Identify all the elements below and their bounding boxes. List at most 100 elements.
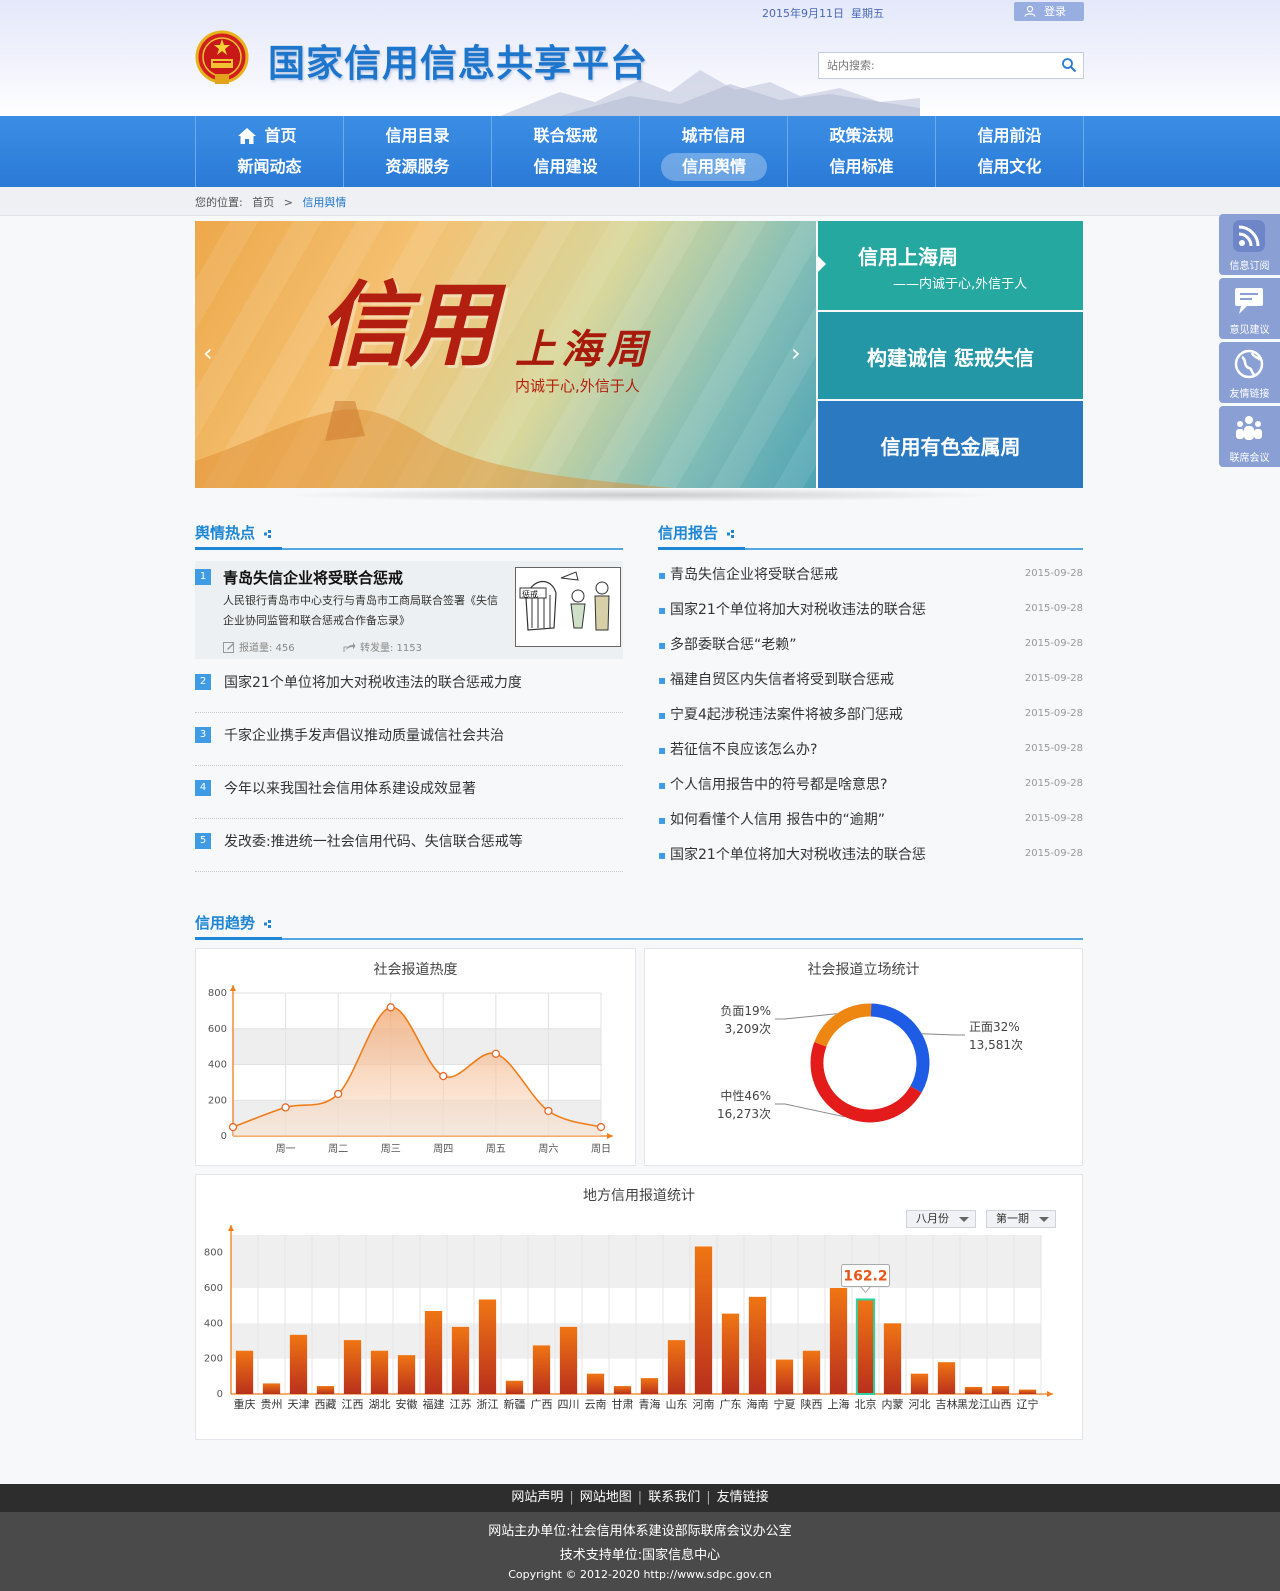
header: 2015年9月11日 星期五 登录 国家信用信息共享平台 [0, 0, 1280, 116]
x-tick-label: 山东 [666, 1398, 688, 1411]
report-item-title[interactable]: 宁夏4起涉税违法案件将被多部门惩戒 [670, 704, 903, 724]
report-list-item[interactable]: ▪ 若征信不良应该怎么办? 2015-09-28 [658, 735, 1083, 770]
report-list-item[interactable]: ▪ 福建自贸区内失信者将受到联合惩戒 2015-09-28 [658, 665, 1083, 700]
report-item-title[interactable]: 青岛失信企业将受联合惩戒 [670, 564, 838, 584]
report-item-title[interactable]: 个人信用报告中的符号都是啥意思? [670, 774, 887, 794]
bar [883, 1323, 902, 1394]
x-tick-label: 宁夏 [774, 1397, 796, 1411]
x-tick-label: 浙江 [477, 1398, 499, 1411]
banner-next-icon[interactable]: › [791, 339, 801, 367]
hot-item-title[interactable]: 千家企业携手发声倡议推动质量诚信社会共治 [224, 725, 504, 745]
dots-icon [264, 530, 272, 538]
banner-tab-integrity[interactable]: 构建诚信 惩戒失信 [818, 312, 1083, 399]
banner-slideshow[interactable]: 信用 上海周 内诚于心,外信于人 ‹ › [195, 221, 816, 488]
search-icon[interactable] [1061, 57, 1077, 73]
hot-item-title[interactable]: 今年以来我国社会信用体系建设成效显著 [224, 778, 476, 798]
hot-featured-item[interactable]: 1 青岛失信企业将受联合惩戒 人民银行青岛市中心支行与青岛市工商局联合签署《失信… [195, 561, 623, 659]
bar [640, 1378, 659, 1394]
nav-credit-catalog[interactable]: 信用目录 [344, 122, 491, 150]
donut-slice [870, 1003, 930, 1093]
hot-featured-thumbnail[interactable]: 惩戒 [515, 567, 621, 647]
bar [478, 1299, 497, 1394]
nav-credit-construction[interactable]: 信用建设 [492, 153, 639, 181]
x-tick-label: 甘肃 [612, 1398, 634, 1411]
float-label: 意见建议 [1229, 325, 1270, 336]
report-item-title[interactable]: 如何看懂个人信用 报告中的“逾期” [670, 809, 885, 829]
float-links-button[interactable]: 友情链接 [1219, 342, 1280, 403]
float-subscribe-button[interactable]: 信息订阅 [1219, 214, 1280, 275]
trend-section-title: 信用趋势 [195, 910, 283, 940]
report-list-item[interactable]: ▪ 宁夏4起涉税违法案件将被多部门惩戒 2015-09-28 [658, 700, 1083, 735]
y-axis-arrow-icon [230, 985, 236, 991]
banner-sub-title: 上海周 [515, 326, 653, 373]
hot-list-item[interactable]: 5 发改委:推进统一社会信用代码、失信联合惩戒等 [195, 819, 623, 872]
report-list-item[interactable]: ▪ 国家21个单位将加大对税收违法的联合惩 2015-09-28 [658, 840, 1083, 875]
nav-credit-culture[interactable]: 信用文化 [936, 153, 1083, 181]
rank-badge: 5 [195, 833, 211, 849]
footer-link-statement[interactable]: 网站声明 [511, 1490, 563, 1505]
y-tick-label: 400 [208, 1060, 227, 1071]
nav-resource-service[interactable]: 资源服务 [344, 153, 491, 181]
stance-chart-panel: 社会报道立场统计 正面32% 13,581次 中性46% 16,273次 负面19% 3,… [644, 948, 1083, 1166]
footer-link-sitemap[interactable]: 网站地图 [580, 1490, 632, 1505]
report-item-title[interactable]: 若征信不良应该怎么办? [670, 739, 817, 759]
x-tick-label: 周三 [381, 1143, 401, 1155]
chat-icon [1235, 288, 1263, 314]
hot-item-title[interactable]: 国家21个单位将加大对税收违法的联合惩戒力度 [224, 672, 522, 692]
y-tick-label: 200 [204, 1354, 223, 1365]
nav-credit-frontier[interactable]: 信用前沿 [936, 122, 1083, 150]
hot-featured-title[interactable]: 青岛失信企业将受联合惩戒 [223, 567, 403, 588]
footer-link-friends[interactable]: 友情链接 [717, 1490, 769, 1505]
report-list-item[interactable]: ▪ 青岛失信企业将受联合惩戒 2015-09-28 [658, 560, 1083, 595]
x-tick-label: 北京 [855, 1397, 877, 1411]
bar [397, 1355, 416, 1394]
banner-slogan: 内诚于心,外信于人 [515, 377, 640, 395]
bar [451, 1326, 470, 1394]
report-list-item[interactable]: ▪ 国家21个单位将加大对税收违法的联合惩 2015-09-28 [658, 595, 1083, 630]
nav-news[interactable]: 新闻动态 [196, 153, 343, 181]
report-list-item[interactable]: ▪ 个人信用报告中的符号都是啥意思? 2015-09-28 [658, 770, 1083, 805]
banner-tab-shanghai[interactable]: 信用上海周 ——内诚于心,外信于人 [818, 221, 1083, 310]
bar [235, 1350, 254, 1394]
login-button[interactable]: 登录 [1014, 2, 1084, 21]
bar [586, 1373, 605, 1394]
breadcrumb-home[interactable]: 首页 [252, 196, 274, 209]
report-item-title[interactable]: 福建自贸区内失信者将受到联合惩戒 [670, 669, 894, 689]
banner-prev-icon[interactable]: ‹ [203, 339, 213, 367]
report-section-header: 信用报告 [658, 520, 1083, 550]
hot-list-item[interactable]: 4 今年以来我国社会信用体系建设成效显著 [195, 766, 623, 819]
hot-list-item[interactable]: 2 国家21个单位将加大对税收违法的联合惩戒力度 [195, 660, 623, 713]
float-feedback-button[interactable]: 意见建议 [1219, 278, 1280, 339]
share-count: 转发量: 1153 [343, 639, 422, 654]
report-list-item[interactable]: ▪ 多部委联合惩“老赖” 2015-09-28 [658, 630, 1083, 665]
bar [802, 1350, 821, 1394]
bar [532, 1345, 551, 1394]
data-point [386, 1003, 395, 1012]
banner-tab-metal[interactable]: 信用有色金属周 [818, 401, 1083, 488]
hot-list-item[interactable]: 3 千家企业携手发声倡议推动质量诚信社会共治 [195, 713, 623, 766]
footer-link-contact[interactable]: 联系我们 [648, 1490, 700, 1505]
float-meeting-button[interactable]: 联席会议 [1219, 406, 1280, 467]
nav-credit-standard[interactable]: 信用标准 [788, 153, 935, 181]
nav-policy[interactable]: 政策法规 [788, 122, 935, 150]
report-list-item[interactable]: ▪ 如何看懂个人信用 报告中的“逾期” 2015-09-28 [658, 805, 1083, 840]
x-tick-label: 山西 [990, 1398, 1012, 1411]
x-tick-label: 广东 [720, 1398, 742, 1411]
bar [613, 1386, 632, 1394]
hot-item-title[interactable]: 发改委:推进统一社会信用代码、失信联合惩戒等 [224, 831, 523, 851]
slice-count: 16,273次 [717, 1107, 771, 1121]
trend-heading-text: 信用趋势 [195, 914, 256, 932]
nav-home[interactable]: 首页 [196, 122, 343, 150]
banner-tab-title: 构建诚信 惩戒失信 [867, 346, 1034, 370]
bar [559, 1326, 578, 1394]
bar [505, 1380, 524, 1394]
report-item-title[interactable]: 国家21个单位将加大对税收违法的联合惩 [670, 844, 926, 864]
search-input[interactable] [819, 53, 1055, 78]
hot-heading-text: 舆情热点 [195, 524, 256, 542]
nav-credit-opinion-active[interactable]: 信用舆情 [661, 153, 767, 181]
breadcrumb: 您的位置: 首页 > 信用舆情 [0, 187, 1280, 216]
nav-city-credit[interactable]: 城市信用 [640, 122, 787, 150]
report-item-title[interactable]: 多部委联合惩“老赖” [670, 634, 797, 654]
report-item-title[interactable]: 国家21个单位将加大对税收违法的联合惩 [670, 599, 926, 619]
nav-joint-punishment[interactable]: 联合惩戒 [492, 122, 639, 150]
